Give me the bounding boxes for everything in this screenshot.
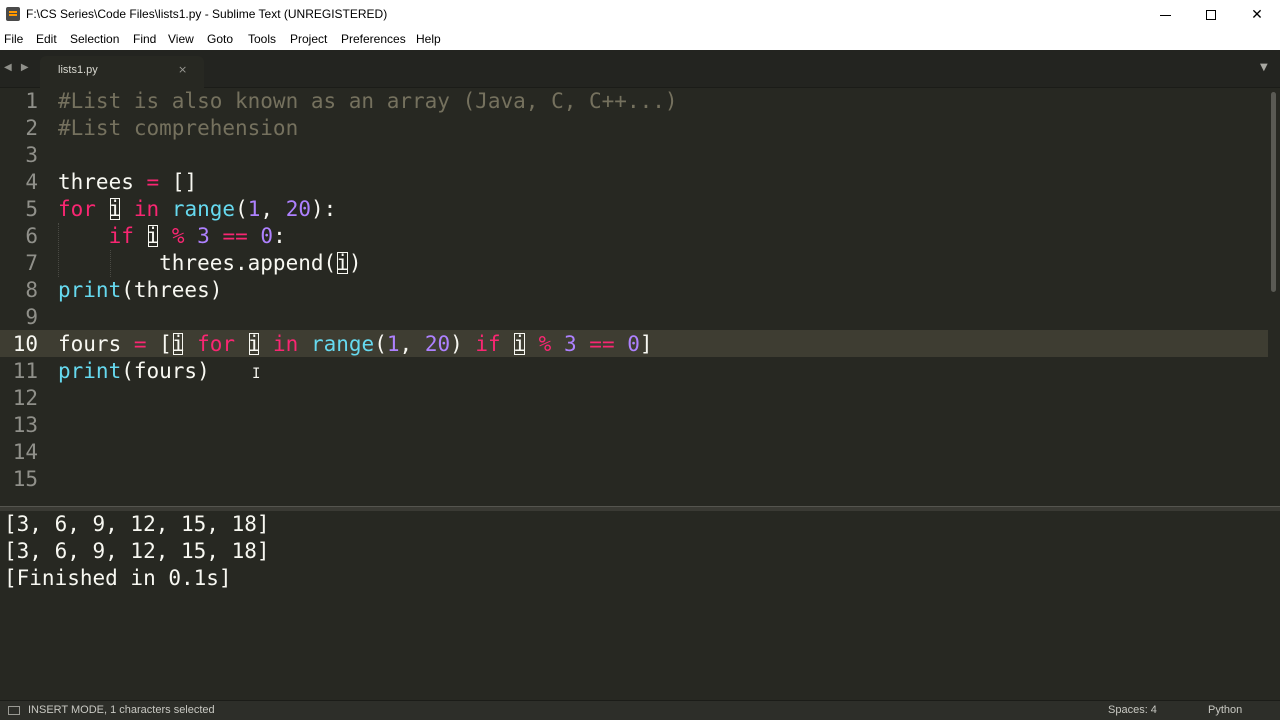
minimize-button[interactable] [1142,0,1188,30]
sublime-app-icon [6,7,20,21]
menu-find[interactable]: Find [133,32,156,46]
menu-goto[interactable]: Goto [207,32,233,46]
window-title: F:\CS Series\Code Files\lists1.py - Subl… [26,7,388,21]
code-line[interactable]: threes = [] [58,169,197,196]
code-line[interactable]: #List is also known as an array (Java, C… [58,88,678,115]
tab-close-icon[interactable]: × [178,63,187,76]
editor-vertical-scrollbar[interactable] [1268,88,1280,506]
status-mode-text: INSERT MODE, 1 characters selected [28,704,215,716]
line-number: 4 [25,170,38,194]
title-bar: F:\CS Series\Code Files\lists1.py - Subl… [0,0,1280,30]
line-number: 14 [12,440,38,464]
line-number: 2 [25,116,38,140]
line-number: 13 [12,413,38,437]
line-number: 1 [25,89,38,113]
code-line[interactable]: #List comprehension [58,115,298,142]
code-line[interactable]: print(fours) [58,358,210,385]
close-window-button[interactable]: ✕ [1234,0,1280,30]
line-number: 7 [25,251,38,275]
line-number-gutter: 1 2 3 4 5 6 7 8 9 10 11 12 13 14 15 [0,88,44,506]
line-number: 3 [25,143,38,167]
menu-view[interactable]: View [168,32,194,46]
syntax-selector[interactable]: Python [1208,704,1242,716]
output-line: [Finished in 0.1s] [4,566,232,590]
close-icon: ✕ [1251,7,1263,23]
mouse-ibeam-cursor: I [252,366,261,382]
tab-lists1-py[interactable]: lists1.py × [40,56,204,88]
output-line: [3, 6, 9, 12, 15, 18] [4,539,270,563]
line-number: 6 [25,224,38,248]
indentation-setting[interactable]: Spaces: 4 [1108,704,1157,716]
tab-label: lists1.py [58,64,98,76]
line-number: 15 [12,467,38,491]
tab-dropdown-icon[interactable]: ▼ [1260,62,1268,73]
code-editor[interactable]: 1 2 3 4 5 6 7 8 9 10 11 12 13 14 15 #Lis… [0,88,1268,506]
line-number: 8 [25,278,38,302]
menu-project[interactable]: Project [290,32,327,46]
menu-preferences[interactable]: Preferences [341,32,406,46]
code-line[interactable]: if i % 3 == 0: [58,223,286,250]
code-line[interactable]: threes.append(i) [58,250,361,277]
tab-nav-arrows-icon[interactable]: ◀ ▶ [4,62,32,73]
line-number-current: 10 [12,332,38,356]
status-bar: INSERT MODE, 1 characters selected Space… [0,700,1280,720]
code-line[interactable]: print(threes) [58,277,222,304]
menu-tools[interactable]: Tools [248,32,276,46]
output-line: [3, 6, 9, 12, 15, 18] [4,512,270,536]
line-number: 9 [25,305,38,329]
minimize-icon [1159,14,1171,16]
code-line[interactable]: for i in range(1, 20): [58,196,336,223]
line-number: 11 [12,359,38,383]
line-number: 5 [25,197,38,221]
maximize-icon [1206,10,1216,20]
scrollbar-thumb[interactable] [1271,92,1276,292]
build-output-panel: [3, 6, 9, 12, 15, 18] [3, 6, 9, 12, 15, … [0,511,1280,696]
menu-selection[interactable]: Selection [70,32,119,46]
panel-toggle-icon[interactable] [8,706,20,715]
menu-edit[interactable]: Edit [36,32,57,46]
code-line[interactable]: fours = [i for i in range(1, 20) if i % … [58,331,653,358]
menu-file[interactable]: File [4,32,23,46]
menu-help[interactable]: Help [416,32,441,46]
menu-bar: File Edit Selection Find View Goto Tools… [0,30,1280,50]
line-number: 12 [12,386,38,410]
maximize-button[interactable] [1188,0,1234,30]
